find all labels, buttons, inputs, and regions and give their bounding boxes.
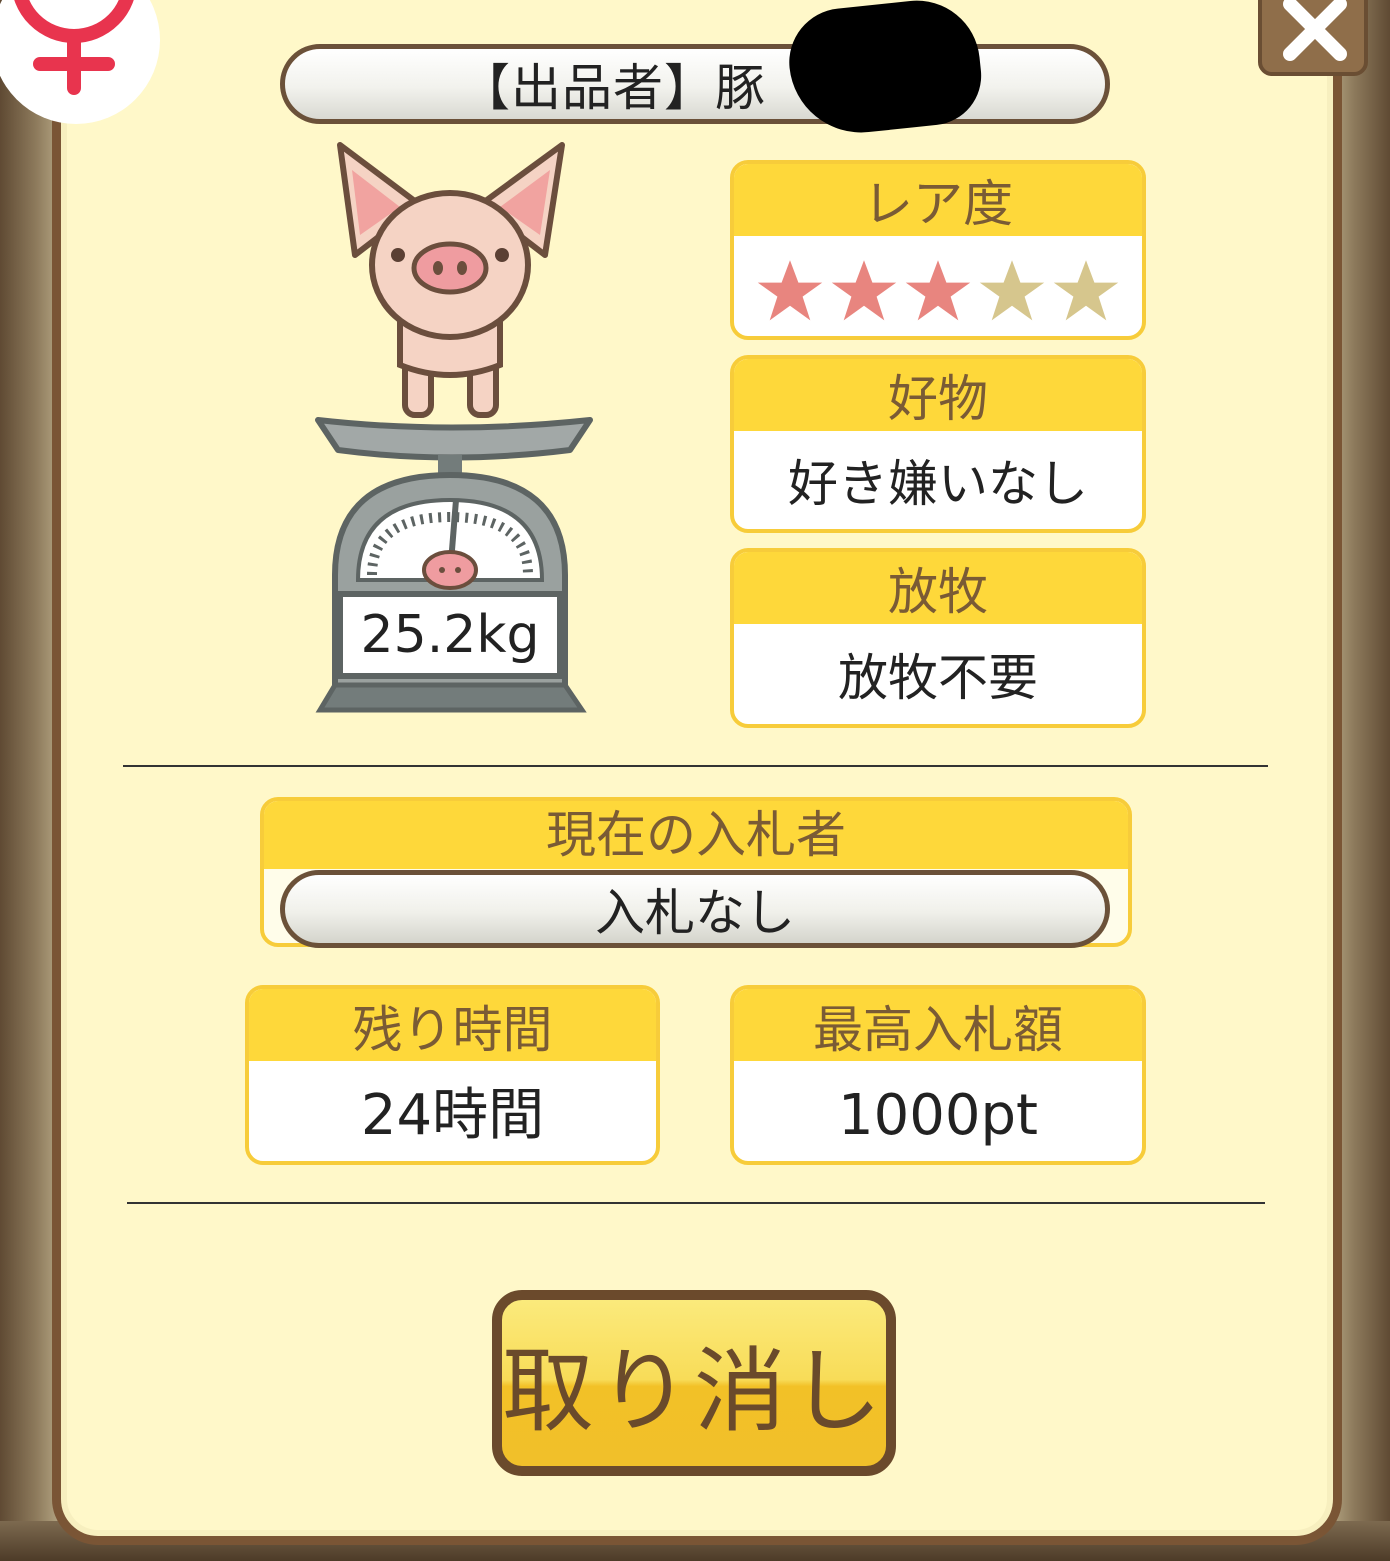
star-icon	[905, 260, 971, 321]
section-divider	[127, 1202, 1265, 1204]
grazing-value: 放牧不要	[838, 649, 1038, 707]
seller-name-bar: 【出品者】豚	[280, 44, 1110, 124]
star-icon	[1053, 260, 1119, 321]
star-icon	[831, 260, 897, 321]
favorite-value: 好き嫌いなし	[788, 455, 1088, 513]
redaction-mark	[840, 20, 980, 120]
favorite-label: 好物	[734, 359, 1142, 431]
highest-bid-box: 最高入札額 1000pt	[730, 985, 1146, 1165]
cancel-listing-button[interactable]: 取り消し	[492, 1290, 896, 1476]
favorite-box: 好物 好き嫌いなし	[730, 355, 1146, 533]
rarity-label: レア度	[734, 164, 1142, 236]
remaining-time-label: 残り時間	[249, 989, 656, 1061]
close-button[interactable]	[1258, 0, 1368, 76]
rarity-box: レア度	[730, 160, 1146, 340]
female-symbol-icon	[0, 0, 160, 124]
highest-bid-label: 最高入札額	[734, 989, 1142, 1061]
section-divider	[123, 765, 1268, 767]
current-bidder-value: 入札なし	[595, 884, 795, 942]
cancel-button-label: 取り消し	[502, 1337, 887, 1445]
star-icon	[979, 260, 1045, 321]
current-bidder-label: 現在の入札者	[264, 801, 1128, 869]
seller-label: 【出品者】豚	[460, 59, 766, 117]
close-icon	[1283, 0, 1347, 61]
rarity-stars	[734, 236, 1142, 326]
weight-readout: 25.2kg	[360, 605, 540, 665]
remaining-time-box: 残り時間 24時間	[245, 985, 660, 1165]
grazing-box: 放牧 放牧不要	[730, 548, 1146, 728]
highest-bid-value: 1000pt	[837, 1083, 1039, 1148]
current-bidder-value-bar: 入札なし	[280, 870, 1110, 948]
grazing-label: 放牧	[734, 552, 1142, 624]
remaining-time-value: 24時間	[360, 1083, 545, 1148]
background-left	[0, 0, 60, 1561]
star-icon	[757, 260, 823, 321]
